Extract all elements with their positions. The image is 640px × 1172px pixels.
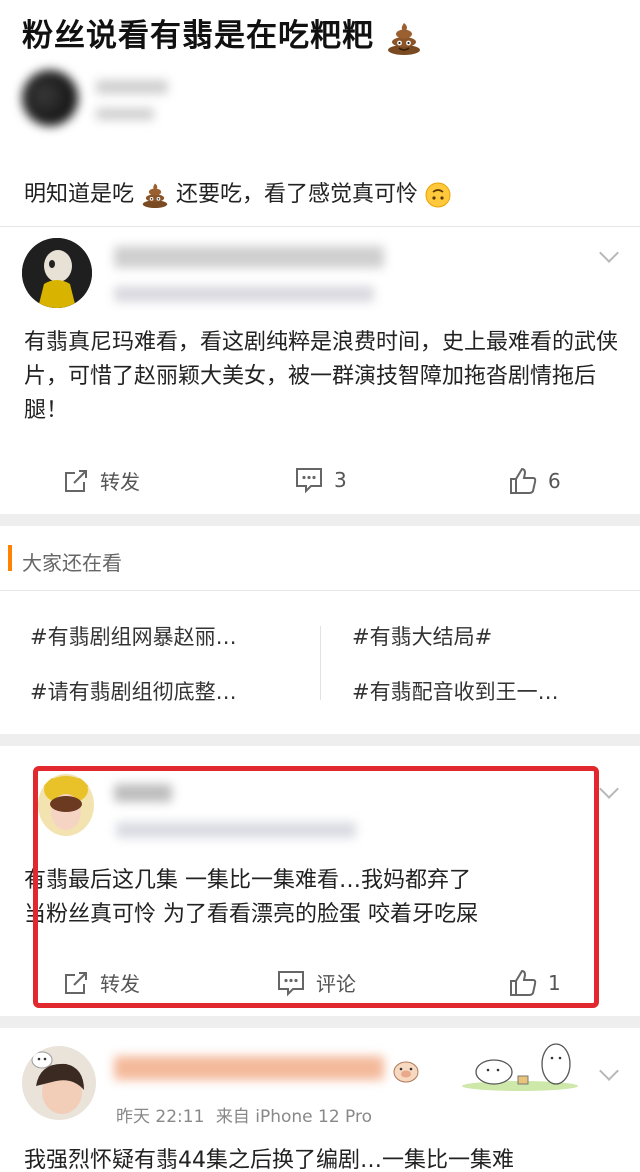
commenter-name-blurred xyxy=(114,1056,384,1080)
comment-body: 我强烈怀疑有翡44集之后换了编剧…一集比一集难 xyxy=(24,1148,514,1172)
commenter-avatar[interactable] xyxy=(22,1046,96,1120)
chevron-down-icon[interactable] xyxy=(599,779,619,799)
comment-icon xyxy=(296,468,322,494)
separator xyxy=(0,590,640,591)
thumbs-up-icon xyxy=(510,467,537,494)
topic-link[interactable]: #有翡大结局# xyxy=(352,621,492,651)
post-title-text: 粉丝说看有翡是在吃粑粑 xyxy=(22,18,374,54)
post-body: 明知道是吃 还要吃，看了感觉真可怜 xyxy=(24,176,451,208)
author-name-blurred xyxy=(96,80,168,94)
sticker-decoration-icon xyxy=(462,1043,578,1091)
commenter-avatar[interactable] xyxy=(22,238,92,308)
comment-source: 来自 iPhone 12 Pro xyxy=(215,1107,373,1127)
avatar-image xyxy=(22,238,92,308)
post-body-part2: 还要吃，看了感觉真可怜 xyxy=(176,182,419,207)
repost-button[interactable]: 转发 xyxy=(62,466,140,495)
commenter-name-blurred xyxy=(114,246,384,268)
comment-button[interactable]: 3 xyxy=(294,466,347,494)
post-title: 粉丝说看有翡是在吃粑粑 xyxy=(22,10,422,55)
author-avatar[interactable] xyxy=(22,70,78,126)
separator xyxy=(0,226,640,227)
topic-separator xyxy=(320,626,321,700)
share-icon xyxy=(65,469,87,492)
section-divider xyxy=(0,734,640,746)
chevron-down-icon[interactable] xyxy=(599,1061,619,1081)
topic-link[interactable]: #有翡配音收到王一… xyxy=(352,676,559,706)
section-divider xyxy=(0,514,640,526)
comment-time: 昨天 22:11 来自 iPhone 12 Pro xyxy=(116,1102,372,1127)
commenter-meta-blurred xyxy=(114,286,374,302)
pig-sticker-icon xyxy=(393,1061,419,1083)
section-divider xyxy=(0,1016,640,1028)
topic-link[interactable]: #有翡剧组网暴赵丽… xyxy=(30,621,237,651)
section-accent-bar xyxy=(8,545,12,571)
comment-body: 有翡真尼玛难看，看这剧纯粹是浪费时间，史上最难看的武侠片，可惜了赵丽颖大美女，被… xyxy=(24,330,619,423)
poop-emoji-icon xyxy=(142,183,168,208)
comment-time-text: 昨天 22:11 xyxy=(116,1107,205,1127)
topic-link[interactable]: #请有翡剧组彻底整… xyxy=(30,676,237,706)
post-body-part1: 明知道是吃 xyxy=(24,182,135,207)
like-button[interactable]: 6 xyxy=(508,466,561,496)
repost-label: 转发 xyxy=(100,470,140,494)
recommend-title: 大家还在看 xyxy=(22,551,122,575)
poop-emoji-icon xyxy=(387,22,420,55)
author-meta-blurred xyxy=(96,108,154,120)
upside-down-face-emoji-icon xyxy=(425,182,451,208)
comment-count: 3 xyxy=(334,468,347,492)
avatar-image xyxy=(22,1046,96,1120)
like-count: 6 xyxy=(548,469,561,493)
chevron-down-icon[interactable] xyxy=(599,243,619,263)
highlight-box xyxy=(33,766,599,1008)
